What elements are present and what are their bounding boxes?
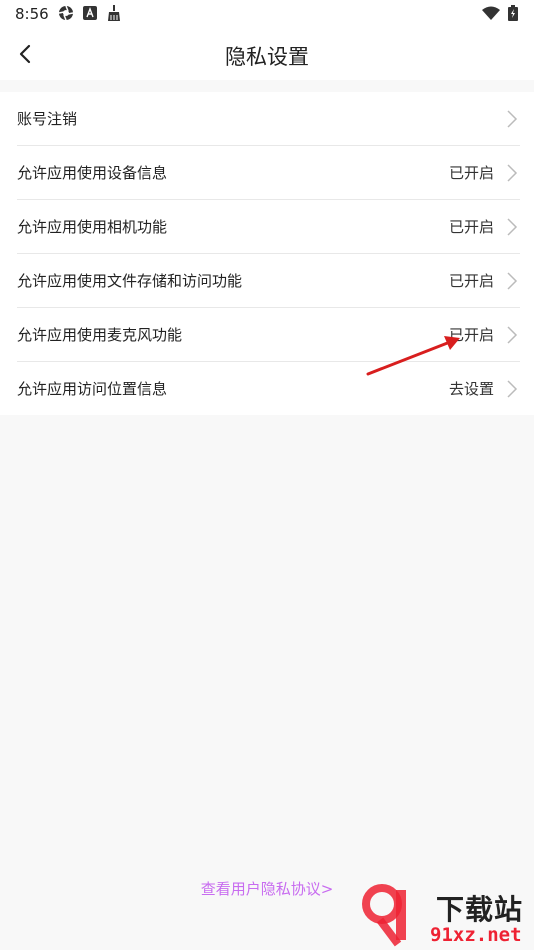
- annotation-arrow-icon: [366, 336, 460, 376]
- broom-icon: [108, 5, 120, 21]
- chevron-right-icon: [507, 326, 518, 344]
- app-store-icon: [83, 6, 97, 20]
- chevron-right-icon: [507, 218, 518, 236]
- watermark-logo-icon: [362, 884, 406, 947]
- aperture-icon: [58, 5, 74, 21]
- row-value: 已开启: [448, 164, 494, 182]
- settings-row-device-info[interactable]: 允许应用使用设备信息 已开启: [17, 146, 520, 200]
- chevron-right-icon: [507, 272, 518, 290]
- nav-bar: 隐私设置: [0, 28, 534, 80]
- row-label: 允许应用使用麦克风功能: [17, 326, 183, 344]
- wifi-icon: [482, 6, 500, 20]
- row-label: 允许应用使用设备信息: [17, 164, 168, 182]
- chevron-right-icon: [507, 380, 518, 398]
- row-value: 已开启: [448, 272, 494, 290]
- status-time: 8:56: [15, 5, 49, 23]
- status-icons-right: [482, 5, 518, 21]
- chevron-right-icon: [507, 110, 518, 128]
- row-label: 允许应用使用相机功能: [17, 218, 168, 236]
- settings-row-camera[interactable]: 允许应用使用相机功能 已开启: [17, 200, 520, 254]
- watermark-title: 下载站: [436, 893, 524, 926]
- battery-charging-icon: [508, 5, 518, 21]
- watermark: 下载站 91xz.net: [358, 880, 534, 950]
- row-value: 去设置: [448, 380, 494, 398]
- row-label: 允许应用使用文件存储和访问功能: [17, 272, 243, 290]
- row-value: 已开启: [448, 218, 494, 236]
- watermark-url: 91xz.net: [430, 924, 522, 946]
- row-label: 允许应用访问位置信息: [17, 380, 168, 398]
- row-label: 账号注销: [17, 110, 78, 128]
- page-title: 隐私设置: [225, 45, 309, 69]
- status-icons-left: [58, 5, 122, 21]
- settings-row-file-storage[interactable]: 允许应用使用文件存储和访问功能 已开启: [17, 254, 520, 308]
- settings-row-account-deletion[interactable]: 账号注销: [17, 92, 520, 146]
- chevron-right-icon: [507, 164, 518, 182]
- status-bar: 8:56: [0, 0, 534, 28]
